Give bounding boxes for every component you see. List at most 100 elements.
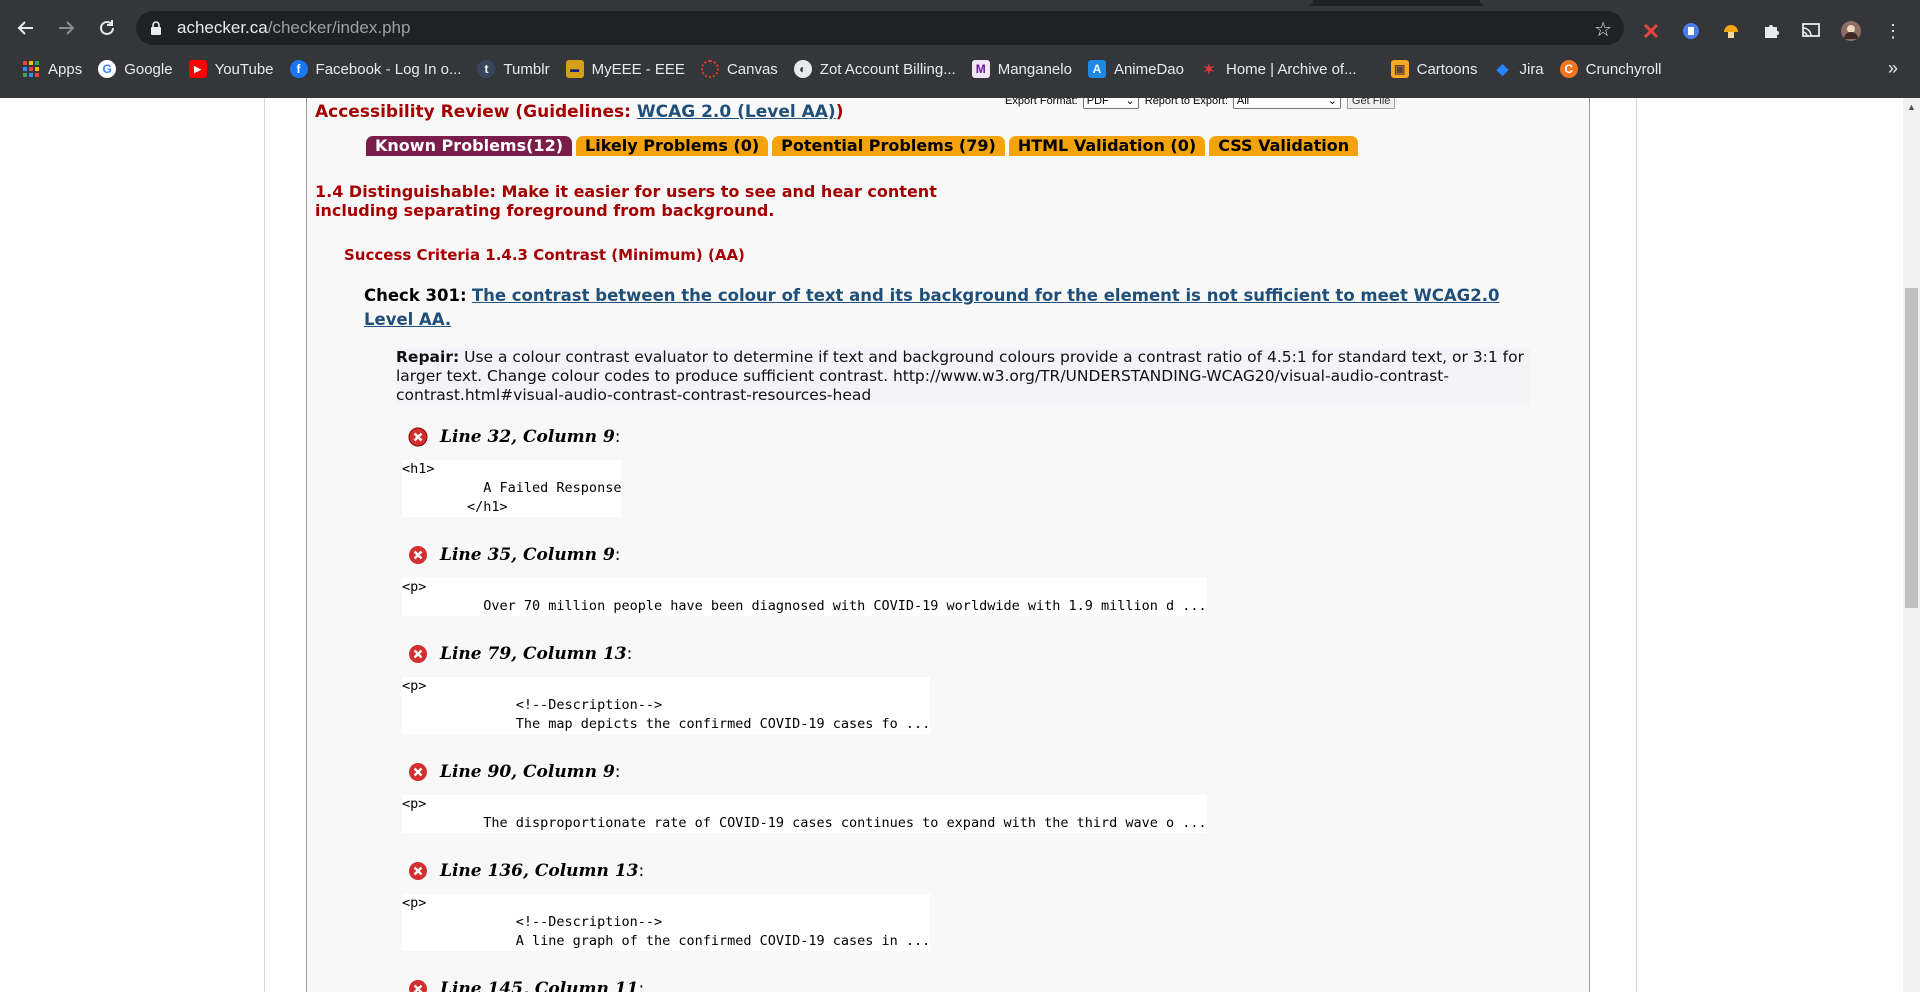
manganelo-icon: M bbox=[971, 60, 990, 78]
issue-item: Line 32, Column 9: <h1> A Failed Respons… bbox=[402, 427, 622, 517]
page-viewport: Export Format: PDF ⌄ Report to Export: Al… bbox=[0, 98, 1920, 992]
get-file-button[interactable]: Get File bbox=[1346, 98, 1396, 109]
bookmark-label: Canvas bbox=[726, 60, 778, 78]
bookmark-label: Jira bbox=[1519, 60, 1544, 78]
tab-html-validation[interactable]: HTML Validation (0) bbox=[1008, 136, 1206, 156]
issue-location: Line 32, Column 9 bbox=[440, 427, 615, 447]
canvas-icon bbox=[700, 60, 719, 78]
extension-doc-icon[interactable] bbox=[1680, 20, 1702, 42]
bookmark-animedao[interactable]: A AnimeDao bbox=[1080, 55, 1192, 83]
bookmark-label: Google bbox=[124, 60, 173, 78]
issue-location: Line 145, Column 11 bbox=[440, 979, 639, 992]
issue-item: Line 90, Column 9: <p> The disproportion… bbox=[402, 762, 1207, 833]
url-text: achecker.ca/checker/index.php bbox=[177, 18, 410, 38]
cast-icon[interactable] bbox=[1800, 20, 1822, 42]
issue-location: Line 79, Column 13 bbox=[440, 644, 627, 664]
reload-icon[interactable] bbox=[91, 12, 123, 44]
issue-code: <p> Over 70 million people have been dia… bbox=[402, 578, 1207, 616]
bookmark-label: Facebook - Log In o... bbox=[315, 60, 462, 78]
bookmark-myeee[interactable]: ▬ MyEEE - EEE bbox=[558, 55, 693, 83]
bookmark-crunchyroll[interactable]: C Crunchyroll bbox=[1552, 55, 1670, 83]
check-label: Check 301: bbox=[364, 286, 467, 305]
apps-grid-icon bbox=[22, 60, 40, 78]
issue-code: <h1> A Failed Response </h1> bbox=[402, 460, 622, 517]
export-format-label: Export Format: bbox=[1005, 98, 1078, 107]
check-heading: Check 301: The contrast between the colo… bbox=[364, 284, 1534, 332]
guideline-heading: 1.4 Distinguishable: Make it easier for … bbox=[315, 182, 937, 220]
issue-item: Line 145, Column 11: bbox=[408, 978, 644, 992]
browser-chrome: achecker.ca/checker/index.php ☆ ⋮ Apps G… bbox=[0, 0, 1920, 98]
url-host: achecker.ca bbox=[177, 18, 268, 37]
animedao-icon: A bbox=[1087, 60, 1106, 78]
scroll-up-arrow-icon[interactable]: ▲ bbox=[1903, 98, 1920, 115]
guideline-link[interactable]: WCAG 2.0 (Level AA) bbox=[637, 102, 836, 122]
vertical-scrollbar[interactable]: ▲ bbox=[1903, 98, 1920, 992]
tab-likely-problems[interactable]: Likely Problems (0) bbox=[576, 136, 769, 156]
ao3-icon: ✶ bbox=[1203, 60, 1215, 77]
issue-code: <p> <!--Description--> A line graph of t… bbox=[402, 894, 931, 951]
bookmarks-bar: Apps G Google ▶ YouTube f Facebook - Log In… bbox=[0, 50, 1920, 88]
bookmark-label: MyEEE - EEE bbox=[591, 60, 685, 78]
tab-known-problems[interactable]: Known Problems(12) bbox=[366, 136, 573, 156]
extension-mushroom-icon[interactable] bbox=[1720, 20, 1742, 42]
issue-code: <p> <!--Description--> The map depicts t… bbox=[402, 677, 931, 734]
bookmark-label: Tumblr bbox=[503, 60, 550, 78]
back-icon[interactable] bbox=[10, 12, 42, 44]
review-title-suffix: ) bbox=[835, 102, 844, 122]
bookmark-canvas[interactable]: Canvas bbox=[693, 55, 786, 83]
bookmark-google[interactable]: G Google bbox=[90, 55, 180, 83]
lock-icon bbox=[151, 21, 161, 35]
scrollbar-thumb[interactable] bbox=[1905, 288, 1918, 608]
results-tabs: Known Problems(12) Likely Problems (0) P… bbox=[366, 136, 1362, 156]
error-icon bbox=[409, 645, 427, 663]
profile-avatar-icon[interactable] bbox=[1840, 20, 1862, 42]
bookmark-apps[interactable]: Apps bbox=[14, 55, 90, 83]
bookmark-label: Cartoons bbox=[1416, 60, 1478, 78]
check-link[interactable]: The contrast between the colour of text … bbox=[364, 286, 1499, 329]
bookmark-label: Crunchyroll bbox=[1585, 60, 1662, 78]
chevron-down-icon: ⌄ bbox=[1125, 98, 1135, 107]
browser-menu-icon[interactable]: ⋮ bbox=[1882, 20, 1904, 42]
review-title: Accessibility Review (Guidelines: WCAG 2… bbox=[315, 102, 844, 122]
issue-item: Line 136, Column 13: <p> <!--Description… bbox=[402, 861, 931, 951]
jira-icon: ◆ bbox=[1496, 61, 1509, 78]
extensions-puzzle-icon[interactable] bbox=[1760, 20, 1782, 42]
issue-location: Line 90, Column 9 bbox=[440, 762, 615, 782]
tumblr-icon: t bbox=[477, 60, 496, 78]
tab-css-validation[interactable]: CSS Validation bbox=[1209, 136, 1359, 156]
bookmark-manganelo[interactable]: M Manganelo bbox=[964, 55, 1080, 83]
error-icon bbox=[409, 763, 427, 781]
bookmark-label: YouTube bbox=[214, 60, 274, 78]
extension-red-icon[interactable] bbox=[1640, 20, 1662, 42]
report-export-select[interactable]: All ⌄ bbox=[1232, 98, 1341, 109]
bookmarks-overflow-icon[interactable]: » bbox=[1888, 58, 1898, 79]
error-icon bbox=[409, 862, 427, 880]
bookmark-jira[interactable]: ◆ Jira bbox=[1485, 55, 1551, 83]
export-format-select[interactable]: PDF ⌄ bbox=[1082, 98, 1139, 109]
bookmark-cartoons[interactable]: ▣ Cartoons bbox=[1383, 55, 1486, 83]
bookmark-tumblr[interactable]: t Tumblr bbox=[469, 55, 557, 83]
issue-location: Line 136, Column 13 bbox=[440, 861, 639, 881]
bookmark-facebook[interactable]: f Facebook - Log In o... bbox=[282, 55, 470, 83]
export-controls: Export Format: PDF ⌄ Report to Export: Al… bbox=[1005, 98, 1396, 109]
error-icon bbox=[409, 980, 427, 992]
tab-potential-problems[interactable]: Potential Problems (79) bbox=[772, 136, 1005, 156]
issue-code: <p> The disproportionate rate of COVID-1… bbox=[402, 795, 1207, 833]
repair-description: Use a colour contrast evaluator to deter… bbox=[396, 348, 1524, 404]
bookmark-label: Zot Account Billing... bbox=[819, 60, 956, 78]
review-title-prefix: Accessibility Review (Guidelines: bbox=[315, 102, 637, 122]
error-icon bbox=[409, 546, 427, 564]
issue-location: Line 35, Column 9 bbox=[440, 545, 615, 565]
report-export-label: Report to Export: bbox=[1144, 98, 1228, 107]
bookmark-label: Home | Archive of... bbox=[1225, 60, 1357, 78]
bookmark-youtube[interactable]: ▶ YouTube bbox=[181, 55, 282, 83]
cartoons-icon: ▣ bbox=[1390, 60, 1409, 78]
bookmark-label: Apps bbox=[48, 60, 83, 78]
bookmark-ao3[interactable]: ✶ Home | Archive of... bbox=[1192, 55, 1365, 83]
bookmark-zot[interactable]: ◐ Zot Account Billing... bbox=[786, 55, 964, 83]
forward-icon[interactable] bbox=[50, 12, 82, 44]
bookmark-star-icon[interactable]: ☆ bbox=[1594, 17, 1612, 42]
report-export-value: All bbox=[1236, 98, 1250, 107]
chevron-down-icon: ⌄ bbox=[1327, 98, 1337, 107]
address-bar[interactable]: achecker.ca/checker/index.php ☆ bbox=[136, 11, 1624, 45]
